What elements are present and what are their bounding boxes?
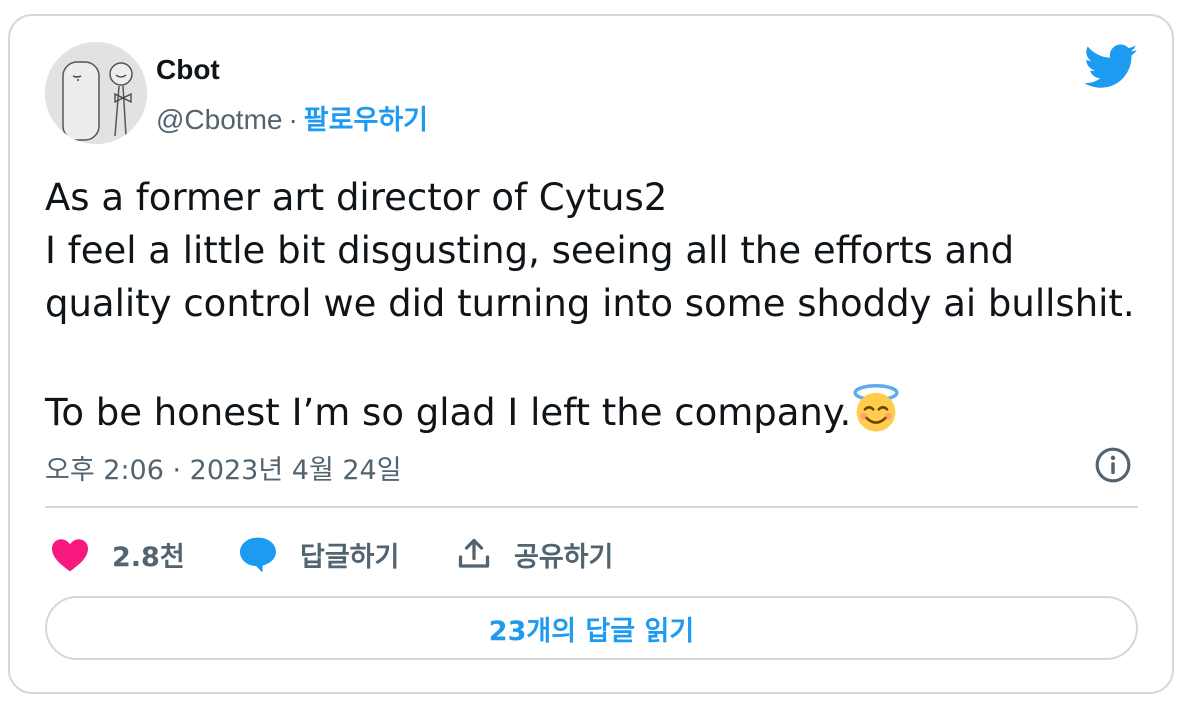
share-upload-icon	[458, 538, 490, 568]
avatar[interactable]	[45, 42, 147, 144]
speech-bubble-icon	[240, 537, 276, 572]
follow-button[interactable]: 팔로우하기	[304, 105, 428, 136]
share-button[interactable]: 공유하기	[456, 534, 613, 574]
author-name[interactable]: Cbot	[156, 54, 220, 86]
separator-dot: ·	[288, 104, 298, 135]
heart-icon	[52, 539, 88, 572]
tweet-timestamp[interactable]: 오후 2:06 · 2023년 4월 24일	[45, 448, 402, 487]
read-replies-label: 23개의 답글 읽기	[488, 615, 695, 647]
tweet-card: Cbot @Cbotme · 팔로우하기 As a former art direc…	[8, 14, 1174, 694]
like-count: 2.8천	[112, 541, 185, 573]
reply-label: 답글하기	[300, 541, 400, 573]
author-handle[interactable]: @Cbotme	[156, 104, 282, 135]
divider	[45, 506, 1138, 508]
reply-button[interactable]: 답글하기	[238, 534, 399, 574]
like-button[interactable]: 2.8천	[50, 534, 185, 574]
tweet-text: As a former art director of Cytus2 I fee…	[45, 171, 1145, 439]
share-label: 공유하기	[514, 541, 614, 573]
info-icon[interactable]	[1094, 446, 1132, 484]
read-replies-button[interactable]: 23개의 답글 읽기	[45, 596, 1138, 660]
tweet-body: As a former art director of Cytus2 I fee…	[45, 176, 1135, 434]
handle-row: @Cbotme · 팔로우하기	[156, 98, 428, 137]
smiling-face-with-halo-icon	[853, 384, 899, 432]
twitter-bird-icon[interactable]	[1084, 44, 1138, 90]
